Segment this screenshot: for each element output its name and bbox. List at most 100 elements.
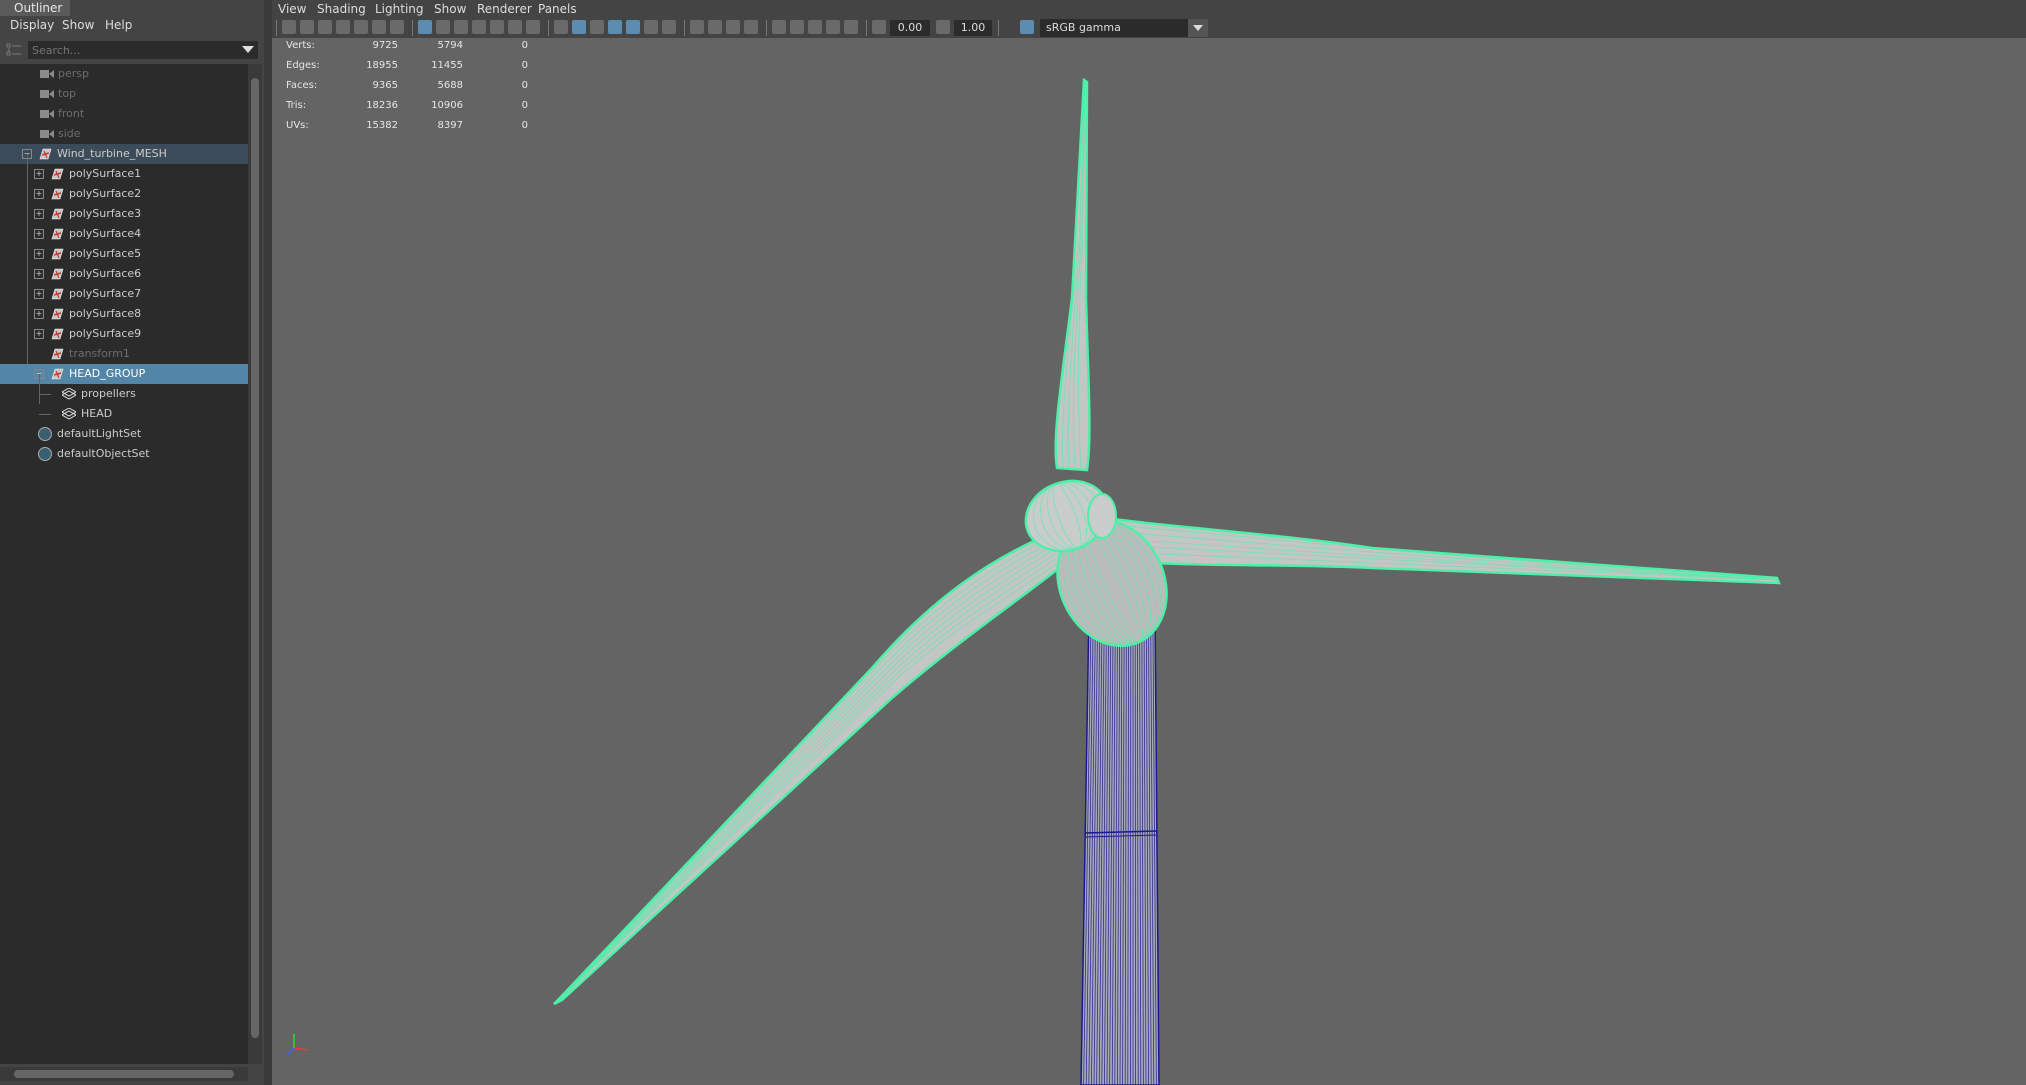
viewport-menu-lighting[interactable]: Lighting [375,2,424,16]
motion-blur-icon[interactable] [708,20,722,34]
outliner-menu-display[interactable]: Display [10,18,54,32]
outliner-item[interactable]: + polySurface2 [0,184,248,204]
camera-icon [40,110,54,118]
outliner-item[interactable]: defaultObjectSet [0,444,248,464]
ambient-occlusion-icon[interactable] [690,20,704,34]
hud-total: 9725 [372,40,398,51]
image-plane-icon[interactable] [336,20,350,34]
outliner-vertical-scrollbar[interactable] [248,64,262,1064]
field-chart-icon[interactable] [490,20,504,34]
scrollbar-thumb[interactable] [251,78,259,1038]
outliner-horizontal-scrollbar[interactable] [0,1067,248,1081]
scene-canvas[interactable] [272,38,2026,1085]
hud-label: Tris: [286,100,307,111]
outliner-item[interactable]: side [0,124,248,144]
lighting-icon[interactable] [644,20,658,34]
expand-icon[interactable]: + [34,269,44,279]
outliner-tab[interactable]: Outliner [0,0,70,16]
shadows-icon[interactable] [662,20,676,34]
grease-pencil-icon[interactable] [354,20,368,34]
antialiasing-icon[interactable] [726,20,740,34]
outliner-menu-help[interactable]: Help [105,18,132,32]
filter-icon[interactable] [6,42,22,58]
xray-icon[interactable] [626,20,640,34]
expand-icon[interactable]: + [34,289,44,299]
outliner-item[interactable]: + polySurface5 [0,244,248,264]
camera-icon [40,130,54,138]
outliner-item[interactable]: front [0,104,248,124]
outliner-item[interactable]: defaultLightSet [0,424,248,444]
wireframe-icon[interactable] [554,20,568,34]
gamma-icon[interactable] [936,20,950,34]
gate-mask-icon[interactable] [472,20,486,34]
exposure-icon[interactable] [872,20,886,34]
wireframe-on-shaded-icon[interactable] [608,20,622,34]
camera-icon [40,70,54,78]
camera-attributes-icon[interactable] [300,20,314,34]
film-gate-icon[interactable] [436,20,450,34]
expand-icon[interactable]: + [34,329,44,339]
tree-line [39,374,40,404]
hud-selected: 8397 [437,120,463,131]
depth-of-field-icon[interactable] [744,20,758,34]
search-options-dropdown[interactable] [242,46,254,53]
grid-icon[interactable] [418,20,432,34]
chevron-down-icon[interactable] [1188,19,1208,37]
smooth-shade-icon[interactable] [572,20,586,34]
outliner-item[interactable]: propellers [0,384,248,404]
outliner-item[interactable]: + polySurface4 [0,224,248,244]
outliner-item[interactable]: HEAD [0,404,248,424]
xray-joints-icon[interactable] [790,20,804,34]
isolate-select-icon[interactable] [772,20,786,34]
color-space-dropdown[interactable]: sRGB gamma [1040,19,1208,37]
resolution-gate-icon[interactable] [454,20,468,34]
exposure-field[interactable]: 0.00 [890,20,930,36]
scrollbar-thumb[interactable] [14,1070,234,1078]
viewport-menu-panels[interactable]: Panels [538,2,577,16]
camera-lock-icon[interactable] [844,20,858,34]
viewport-menu-renderer[interactable]: Renderer [477,2,532,16]
expand-icon[interactable]: + [34,169,44,179]
xray-active-icon[interactable] [808,20,822,34]
expand-icon[interactable]: + [34,189,44,199]
safe-title-icon[interactable] [526,20,540,34]
hud-icon[interactable] [826,20,840,34]
outliner-item[interactable]: + polySurface8 [0,304,248,324]
gamma-field[interactable]: 1.00 [954,20,992,36]
axis-gizmo-icon [286,1034,309,1056]
toolbar-separator [412,20,413,36]
mesh-icon [39,148,52,160]
mesh-icon [51,208,64,220]
outliner-item[interactable]: −HEAD_GROUP [0,364,248,384]
outliner-item[interactable]: + polySurface3 [0,204,248,224]
select-camera-icon[interactable] [282,20,296,34]
outliner-item[interactable]: transform1 [0,344,248,364]
expand-icon[interactable]: + [34,309,44,319]
expand-icon[interactable]: + [34,249,44,259]
2d-pan-zoom-icon[interactable] [372,20,386,34]
3d-viewport[interactable]: Verts: 9725 5794 0 Edges: 18955 11455 0 Faces: 93… [272,38,2026,1085]
outliner-item[interactable]: −Wind_turbine_MESH [0,144,248,164]
outliner-item[interactable]: + polySurface7 [0,284,248,304]
outliner-item[interactable]: + polySurface6 [0,264,248,284]
outliner-item[interactable]: + polySurface1 [0,164,248,184]
outliner-item[interactable]: persp [0,64,248,84]
panel-splitter[interactable] [264,0,272,1085]
outliner-menu-show[interactable]: Show [62,18,94,32]
use-default-material-icon[interactable] [590,20,604,34]
camera-move-icon[interactable] [390,20,404,34]
outliner-search-input[interactable] [28,41,258,59]
expand-icon[interactable]: + [34,229,44,239]
bookmark-icon[interactable] [318,20,332,34]
view-transform-icon[interactable] [1020,20,1034,34]
outliner-item[interactable]: top [0,84,248,104]
viewport-menu-shading[interactable]: Shading [317,2,366,16]
outliner-item-label: front [58,107,85,120]
hud-selected: 5688 [437,80,463,91]
safe-action-icon[interactable] [508,20,522,34]
outliner-item[interactable]: + polySurface9 [0,324,248,344]
viewport-menu-view[interactable]: View [278,2,306,16]
mesh-icon [51,288,64,300]
viewport-menu-show[interactable]: Show [434,2,466,16]
expand-icon[interactable]: + [34,209,44,219]
